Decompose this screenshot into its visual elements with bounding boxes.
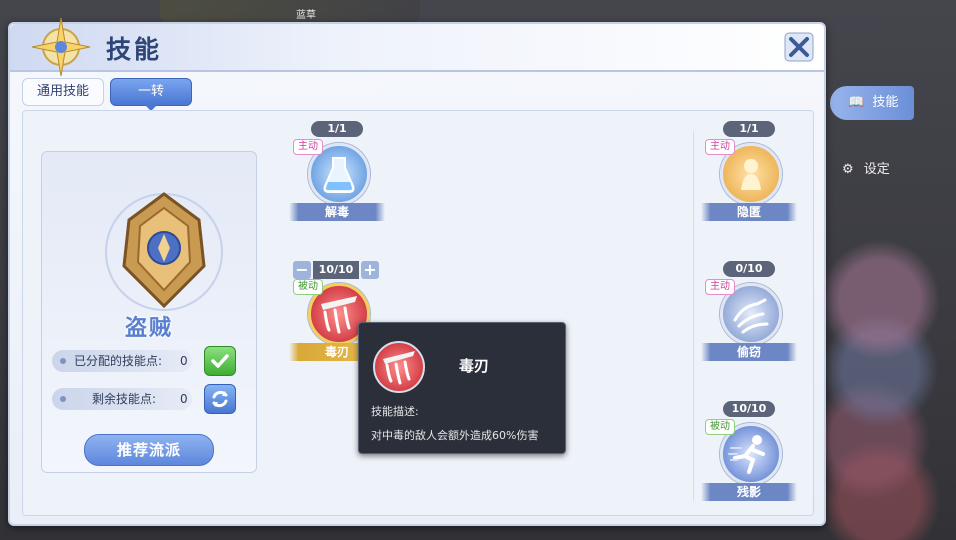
skill-name-label: 隐匿 — [701, 203, 797, 221]
class-name: 盗贼 — [124, 316, 173, 341]
allocated-points-label: 已分配的技能点: — [74, 354, 163, 368]
remaining-points-label: 剩余技能点: — [92, 392, 157, 406]
remaining-points-value: 0 — [180, 392, 188, 406]
skill-level-count: 1/1 — [723, 121, 775, 137]
close-icon[interactable] — [784, 32, 814, 62]
top-status-text: 蓝草 — [296, 10, 316, 21]
tab-general-skills[interactable]: 通用技能 — [22, 78, 104, 106]
skill-name-label: 偷窃 — [701, 343, 797, 361]
book-icon: 📖 — [848, 95, 865, 110]
skill-level-count: 1/1 — [311, 121, 363, 137]
skill-type-tag: 主动 — [705, 279, 735, 295]
skill-type-tag: 被动 — [705, 419, 735, 435]
skill-type-tag: 主动 — [705, 139, 735, 155]
skill-level-count: 10/10 — [313, 261, 359, 279]
tab-first-job[interactable]: 一转 — [110, 78, 192, 111]
side-menu-setting-button[interactable]: ⚙ 设定 — [842, 158, 890, 177]
skill-node-steal: 0/10 主动 偷窃 — [697, 261, 807, 371]
checkmark-icon — [211, 354, 229, 368]
allocated-points-value: 0 — [180, 354, 188, 368]
skill-level-count: 0/10 — [723, 261, 775, 277]
skill-name-label: 残影 — [701, 483, 797, 501]
side-menu-setting-label: 设定 — [863, 162, 890, 177]
skill-tooltip: 毒刃 技能描述: 对中毒的敌人会额外造成60%伤害 — [358, 322, 566, 454]
skill-type-tag: 被动 — [293, 279, 323, 295]
window-title: 技能 — [106, 35, 163, 64]
poison-blade-icon — [373, 341, 425, 393]
bullet-icon — [60, 358, 66, 364]
poison-blade-glyph — [383, 351, 415, 385]
refresh-icon — [212, 390, 228, 408]
remaining-points-row: 剩余技能点: 0 — [52, 388, 192, 410]
column-divider — [693, 131, 694, 501]
decrease-level-button[interactable]: − — [293, 261, 311, 279]
skill-tree-area: 盗贼 已分配的技能点: 0 剩余技能点: 0 推荐流派 1/1 主动 解毒 − … — [22, 110, 814, 516]
tooltip-title: 毒刃 — [459, 357, 490, 375]
class-card: 盗贼 已分配的技能点: 0 剩余技能点: 0 推荐流派 — [41, 151, 257, 473]
title-bar: 技能 — [10, 17, 824, 77]
skill-level-stepper: − 10/10 + — [293, 261, 379, 279]
side-menu-skill-button[interactable]: 📖 技能 — [830, 86, 914, 120]
skill-type-tag: 主动 — [293, 139, 323, 155]
confirm-points-button[interactable] — [204, 346, 236, 376]
side-menu-skill-label: 技能 — [872, 95, 899, 110]
tooltip-label: 技能描述: — [371, 405, 419, 418]
skill-name-label: 解毒 — [289, 203, 385, 221]
recommend-build-button[interactable]: 推荐流派 — [84, 434, 214, 466]
skill-level-count: 10/10 — [723, 401, 775, 417]
skill-node-afterimage: 10/10 被动 残影 — [697, 401, 807, 511]
gear-icon: ⚙ — [842, 162, 854, 177]
tooltip-description: 对中毒的敌人会额外造成60%伤害 — [371, 429, 539, 442]
reset-points-button[interactable] — [204, 384, 236, 414]
allocated-points-row: 已分配的技能点: 0 — [52, 350, 192, 372]
thief-class-emblem-icon — [105, 192, 223, 311]
skill-node-detox: 1/1 主动 解毒 — [285, 121, 395, 231]
bullet-icon — [60, 396, 66, 402]
skill-node-stealth: 1/1 主动 隐匿 — [697, 121, 807, 231]
star-emblem-icon — [31, 17, 91, 77]
increase-level-button[interactable]: + — [361, 261, 379, 279]
